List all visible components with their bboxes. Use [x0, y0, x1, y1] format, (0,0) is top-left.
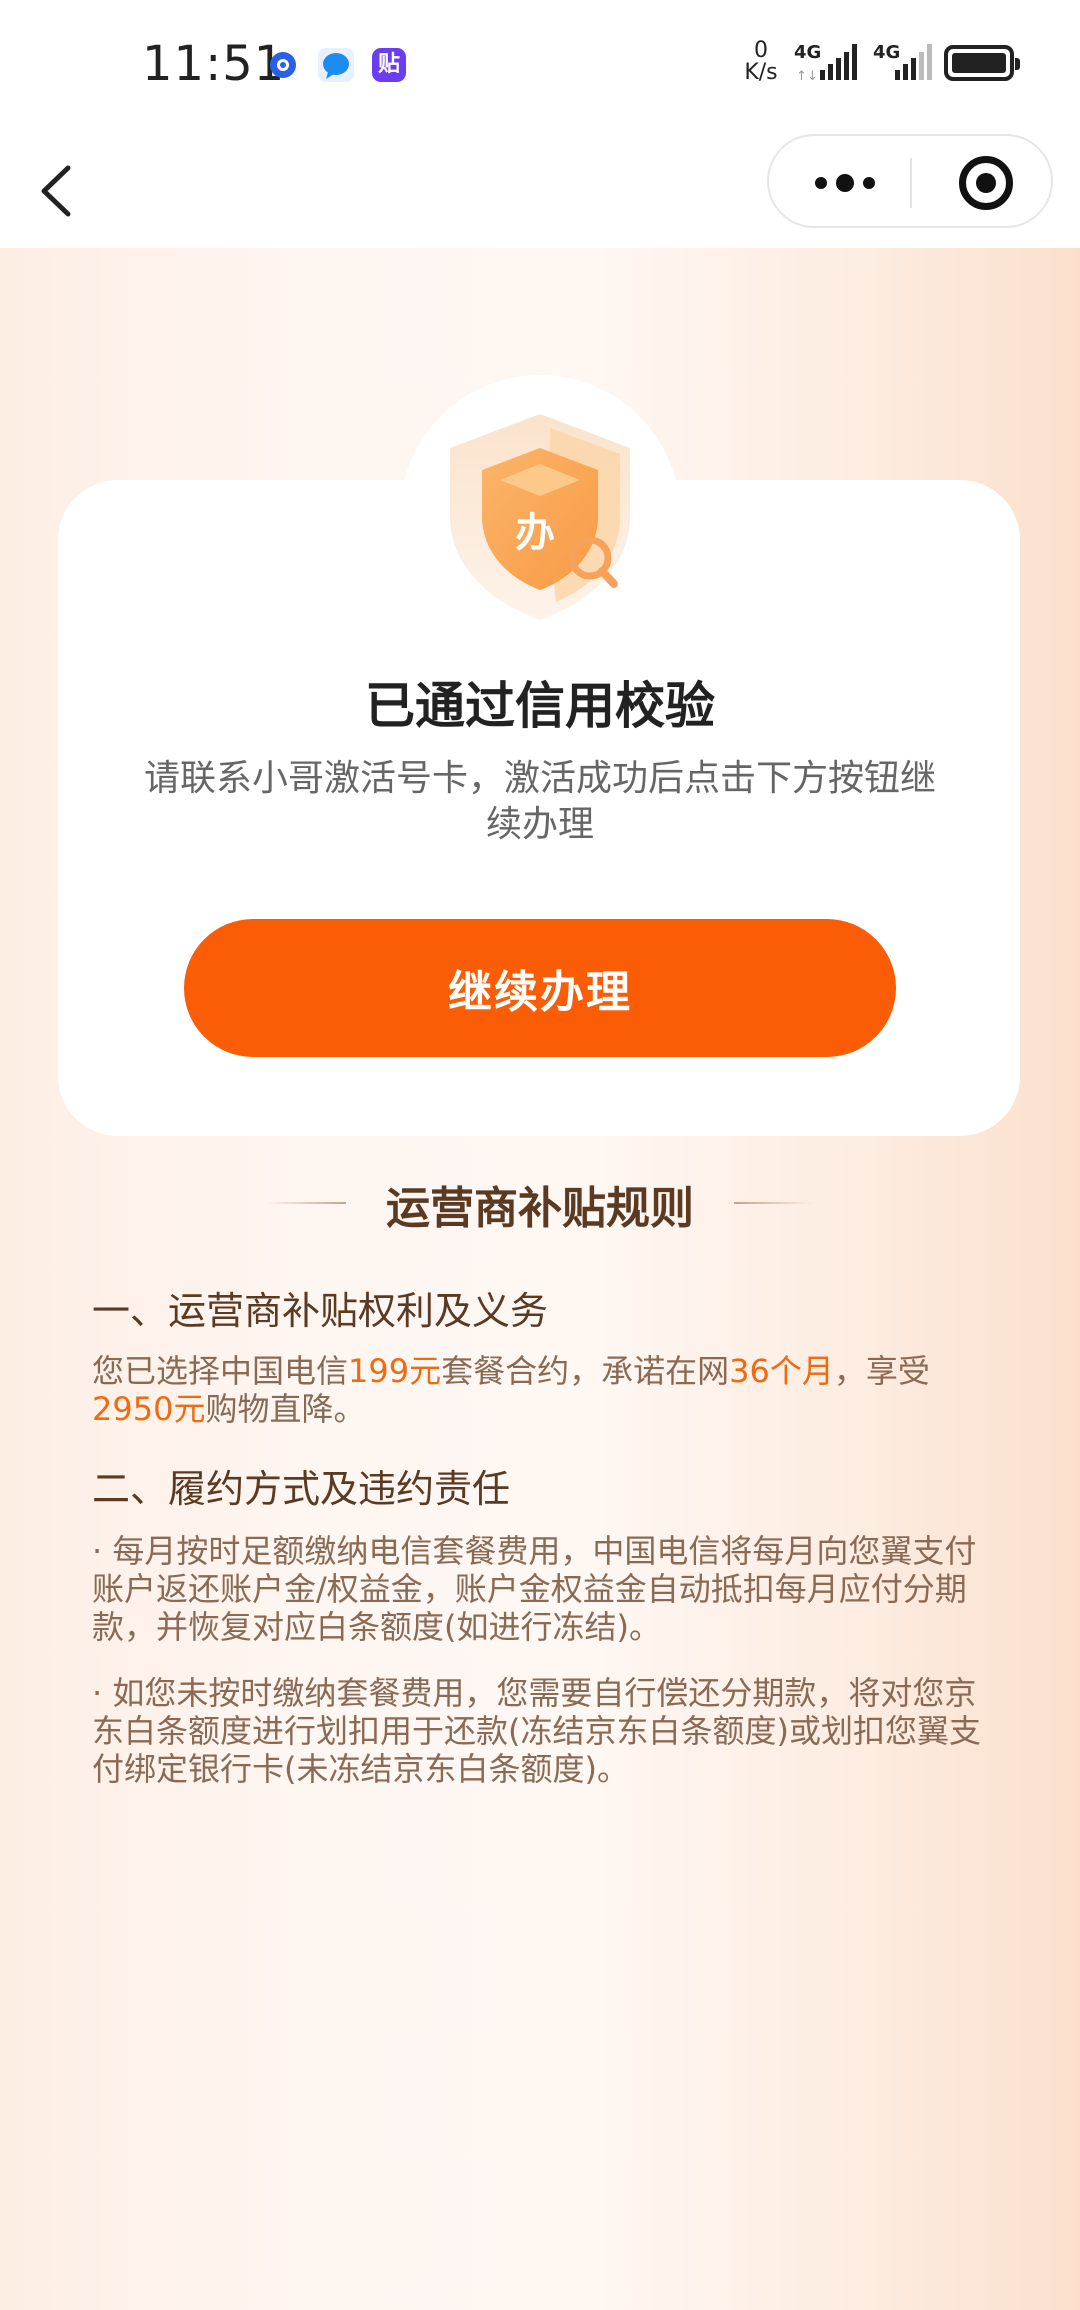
mini-program-capsule — [767, 134, 1053, 228]
page-content: 办 已通过信用校验 请联系小哥激活号卡，激活成功后点击下方按钮继续办理 继续办理… — [0, 248, 1080, 2310]
signal-1-icon: 4G ↑↓ — [794, 40, 864, 88]
tieba-label: 贴 — [377, 52, 400, 77]
rules-header: 运营商补贴规则 — [0, 1168, 1080, 1238]
svg-text:↑↓: ↑↓ — [796, 69, 818, 84]
section1-text-4: 购物直降。 — [205, 1390, 366, 1428]
app-notification-icon — [266, 48, 300, 82]
signal-2-label: 4G — [873, 42, 900, 63]
back-icon[interactable] — [30, 156, 90, 226]
navigation-bar — [0, 128, 1080, 248]
status-bar: 11:51 贴 0 K/s 4G ↑↓ 4G — [0, 0, 1080, 128]
section1-title: 一、运营商补贴权利及义务 — [92, 1289, 549, 1333]
rules-divider-right — [734, 1202, 814, 1204]
capsule-divider — [910, 158, 912, 208]
message-notification-icon — [318, 48, 354, 82]
section1-text-2: 套餐合约，承诺在网 — [441, 1352, 730, 1390]
shield-badge-text: 办 — [515, 510, 555, 556]
section2-item2: · 如您未按时缴纳套餐费用，您需要自行偿还分期款，将对您京东白条额度进行划扣用于… — [92, 1674, 981, 1788]
section2-item1: · 每月按时足额缴纳电信套餐费用，中国电信将每月向您翼支付账户返还账户金/权益金… — [92, 1532, 977, 1646]
network-speed: 0 K/s — [738, 40, 784, 84]
target-circle-icon[interactable] — [959, 156, 1013, 210]
card-description: 请联系小哥激活号卡，激活成功后点击下方按钮继续办理 — [143, 758, 936, 845]
net-speed-unit: K/s — [744, 60, 778, 85]
battery-icon — [944, 45, 1020, 81]
page-title: 已通过信用校验 — [365, 677, 715, 735]
more-dots-icon[interactable] — [805, 160, 885, 206]
net-speed-value: 0 — [754, 38, 768, 63]
contract-term: 36个月 — [729, 1352, 834, 1390]
section1-text-1: 您已选择中国电信 — [92, 1352, 349, 1390]
status-time: 11:51 — [142, 36, 286, 92]
rules-title: 运营商补贴规则 — [386, 1183, 694, 1234]
section2-title: 二、履约方式及违约责任 — [92, 1467, 511, 1511]
signal-2-icon: 4G — [873, 40, 935, 88]
section1-text-3: ，享受 — [833, 1352, 930, 1390]
section1-text: 您已选择中国电信199元套餐合约，承诺在网36个月，享受 2950元购物直降。 — [92, 1352, 992, 1428]
signal-1-label: 4G — [794, 42, 821, 63]
shield-badge-icon: 办 — [430, 406, 650, 630]
plan-price: 199元 — [348, 1352, 442, 1390]
tieba-notification-icon: 贴 — [372, 48, 406, 82]
discount-amount: 2950元 — [92, 1390, 206, 1428]
continue-button[interactable]: 继续办理 — [184, 919, 896, 1057]
